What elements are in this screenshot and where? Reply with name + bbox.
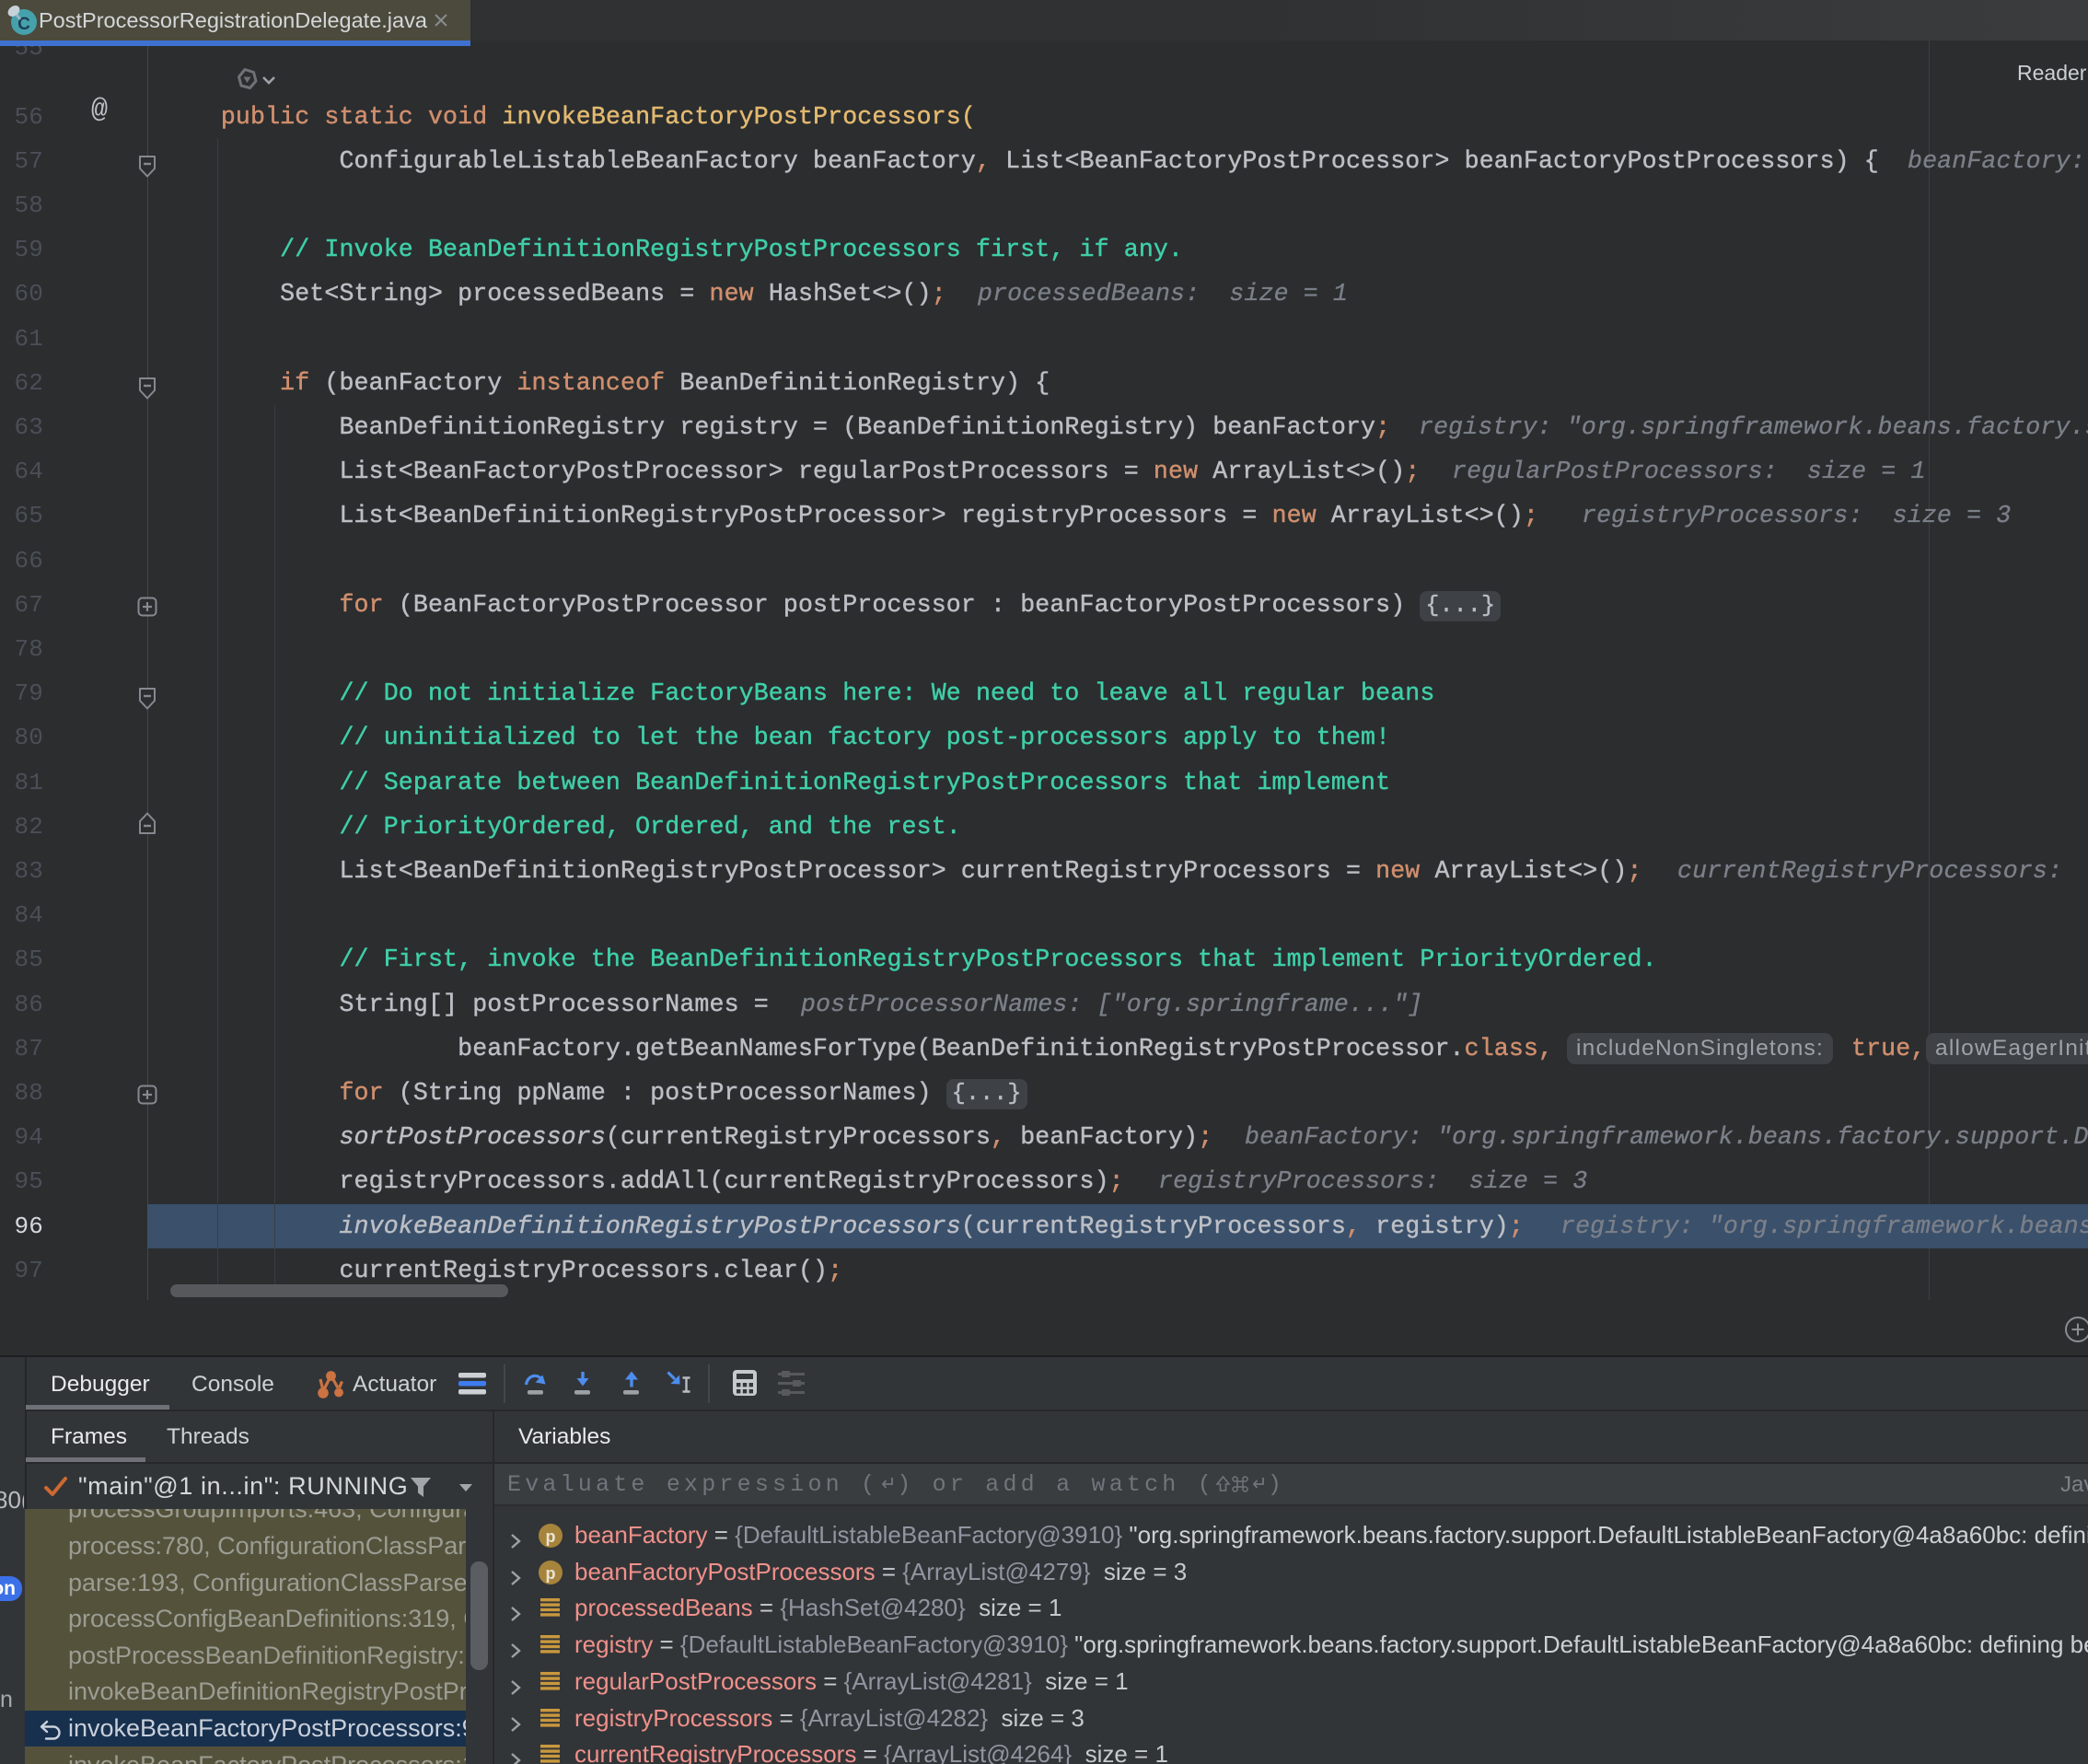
svg-text:p: p [546,1564,556,1583]
svg-text:p: p [546,1527,556,1546]
